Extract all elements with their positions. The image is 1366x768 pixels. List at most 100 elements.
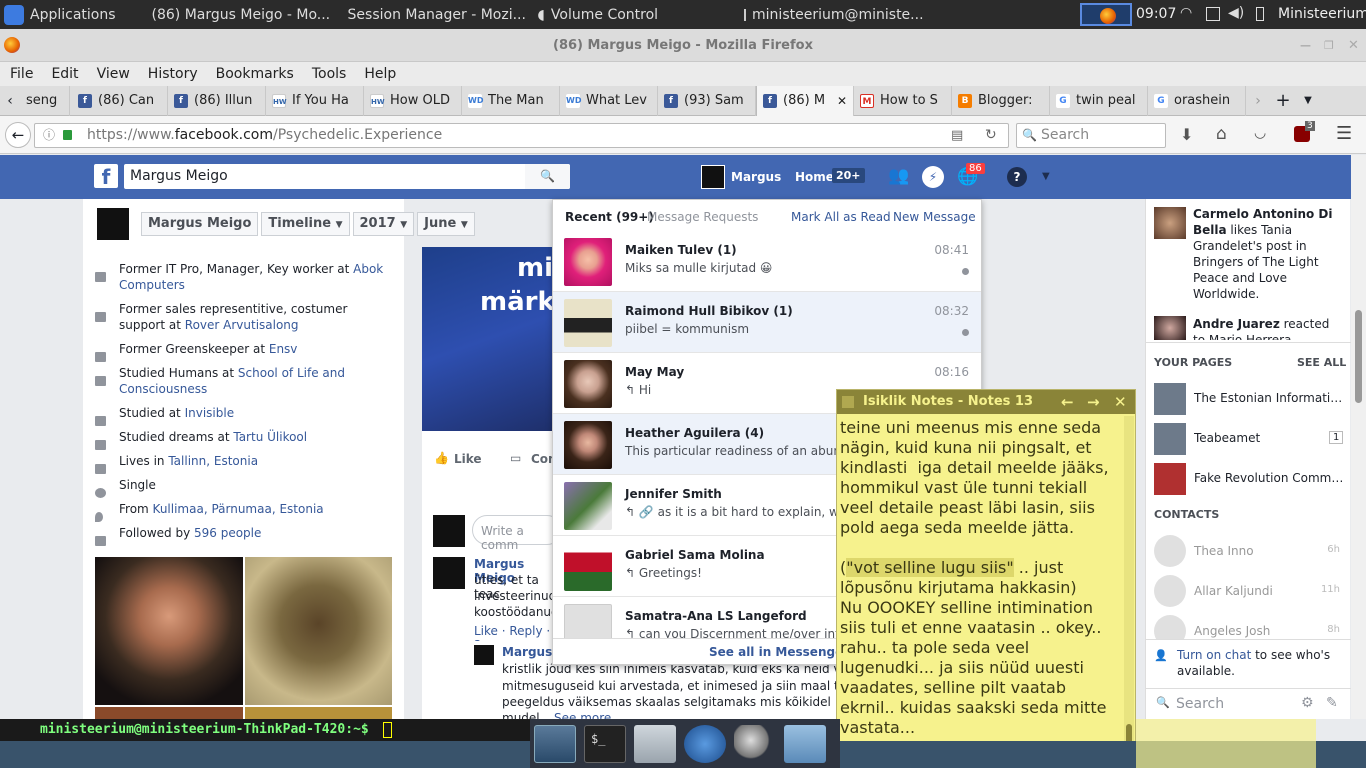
notes-icon[interactable] <box>1206 7 1220 21</box>
back-icon[interactable]: ← <box>5 122 31 148</box>
notes-text-area[interactable]: teine uni meenus mis enne seda nägin, ku… <box>840 418 1122 738</box>
chat-search-input[interactable]: 🔍 Search ⚙ ✎ <box>1146 688 1351 718</box>
contact-item[interactable]: Angeles Josh 8h <box>1154 615 1344 639</box>
folder-icon[interactable] <box>784 724 826 763</box>
tab[interactable]: Gtwin peal <box>1050 85 1148 116</box>
search-icon[interactable] <box>734 724 776 763</box>
facebook-logo-icon[interactable]: f <box>94 164 118 189</box>
new-message-link[interactable]: New Message <box>893 210 976 224</box>
hamburger-menu-icon[interactable]: ☰ <box>1336 123 1352 144</box>
close-icon[interactable]: ✕ <box>1114 390 1127 414</box>
clock[interactable]: 09:07 <box>1136 6 1176 22</box>
facebook-search-button[interactable]: 🔍 <box>525 164 570 189</box>
message-thread[interactable]: Raimond Hull Bibikov (1) piibel = kommun… <box>553 292 981 353</box>
volume-icon[interactable]: ◀) <box>1228 5 1244 21</box>
show-desktop-icon[interactable] <box>534 724 576 763</box>
taskbar-item-terminal[interactable]: ministeerium@ministe... <box>736 0 932 29</box>
applications-menu[interactable]: Applications <box>0 0 124 29</box>
menu-edit[interactable]: Edit <box>51 66 78 82</box>
timeline-button[interactable]: Timeline ▼ <box>261 212 350 236</box>
page-item[interactable]: The Estonian Information ... <box>1154 383 1344 415</box>
web-browser-icon[interactable] <box>684 724 726 763</box>
tab-scroll-right-icon[interactable]: › <box>1246 93 1270 109</box>
tab[interactable]: f (86) Illun <box>168 85 266 116</box>
friend-requests-icon[interactable]: 👥 <box>888 166 909 186</box>
tab[interactable]: WD What Lev <box>560 85 658 116</box>
terminal-window[interactable]: ministeerium@ministeerium-ThinkPad-T420:… <box>0 719 530 741</box>
tab-active[interactable]: f (86) M ✕ <box>756 85 854 116</box>
avatar[interactable] <box>701 165 725 189</box>
month-button[interactable]: June ▼ <box>417 212 475 236</box>
minimize-icon[interactable]: — <box>1300 29 1311 62</box>
unread-dot-icon[interactable] <box>962 268 969 275</box>
see-all-in-messenger-link[interactable]: See all in Messenger <box>709 645 849 659</box>
compose-icon[interactable]: ✎ <box>1326 695 1338 711</box>
home-link[interactable]: Home <box>795 170 834 184</box>
ticker-item[interactable]: Carmelo Antonino Di Bella likes Tania Gr… <box>1193 206 1343 302</box>
like-button[interactable]: Like <box>454 452 482 466</box>
page-item[interactable]: Fake Revolution Commie... <box>1154 463 1344 495</box>
menu-bookmarks[interactable]: Bookmarks <box>216 66 294 82</box>
turn-on-chat-link[interactable]: Turn on chat <box>1177 648 1251 662</box>
contact-item[interactable]: Thea Inno 6h <box>1154 535 1344 567</box>
taskbar-item-volume-control[interactable]: ◖ Volume Control <box>530 0 726 29</box>
close-icon[interactable]: ✕ <box>1348 29 1359 62</box>
page-scrollbar[interactable] <box>1351 155 1366 719</box>
comment-input[interactable]: Write a comm <box>472 515 562 552</box>
tab[interactable]: HW How OLD <box>364 85 462 116</box>
facebook-search-input[interactable]: Margus Meigo <box>124 164 570 189</box>
menu-history[interactable]: History <box>148 66 198 82</box>
tab-scroll-left-icon[interactable]: ‹ <box>0 93 20 109</box>
taskbar-item-session-manager[interactable]: Session Manager - Mozi... <box>334 0 530 29</box>
ticker-item[interactable]: Andre Juarez reacted to Mario Herrera Az… <box>1193 316 1343 340</box>
contact-item[interactable]: Allar Kaljundi 11h <box>1154 575 1344 607</box>
search-bar[interactable]: 🔍 Search <box>1016 123 1166 148</box>
tab[interactable]: Gorashein <box>1148 85 1246 116</box>
account-menu-icon[interactable]: ▼ <box>1042 171 1050 182</box>
post-image[interactable]: mi märk <box>422 247 556 431</box>
profile-link[interactable]: Margus <box>731 170 781 184</box>
menu-tools[interactable]: Tools <box>312 66 347 82</box>
url-bar[interactable]: ⓘ https://www.facebook.com/Psychedelic.E… <box>34 123 1009 148</box>
info-icon[interactable]: ⓘ <box>43 124 55 147</box>
like-icon[interactable]: 👍 <box>434 451 449 465</box>
page-item[interactable]: Teabeamet 1 <box>1154 423 1344 455</box>
tab[interactable]: f (93) Sam <box>658 85 756 116</box>
taskbar-item-firefox[interactable]: (86) Margus Meigo - Mo... <box>138 0 334 29</box>
download-icon[interactable]: ⬇ <box>1180 125 1193 144</box>
maximize-icon[interactable]: ❐ <box>1324 29 1334 62</box>
tab[interactable]: B Blogger: <box>952 85 1050 116</box>
tab-message-requests[interactable]: Message Requests <box>647 210 758 224</box>
menu-file[interactable]: File <box>10 66 33 82</box>
menu-view[interactable]: View <box>97 66 130 82</box>
battery-icon[interactable] <box>1256 7 1264 21</box>
home-folder-icon[interactable] <box>634 724 676 763</box>
tab[interactable]: M How to S <box>854 85 952 116</box>
see-all-pages-link[interactable]: SEE ALL <box>1297 356 1346 369</box>
pocket-icon[interactable]: ◡ <box>1254 125 1266 141</box>
help-icon[interactable]: ? <box>1007 167 1027 187</box>
tab[interactable]: seng <box>20 85 70 116</box>
see-more-link[interactable]: See more <box>554 711 611 719</box>
previous-note-icon[interactable]: ← <box>1061 390 1074 414</box>
photo[interactable] <box>245 557 392 705</box>
tab-close-icon[interactable]: ✕ <box>837 94 847 108</box>
unread-dot-icon[interactable] <box>962 329 969 336</box>
reload-icon[interactable]: ↻ <box>985 124 997 147</box>
messenger-icon[interactable]: ⚡ <box>922 166 944 188</box>
tab-recent[interactable]: Recent (99+) <box>565 210 654 224</box>
notes-menu-icon[interactable] <box>842 396 854 408</box>
photo[interactable] <box>245 707 392 719</box>
tab-list-icon[interactable]: ▼ <box>1296 95 1320 106</box>
notes-scrollbar[interactable] <box>1124 416 1134 766</box>
timeline-name-button[interactable]: Margus Meigo <box>141 212 259 236</box>
wifi-icon[interactable]: ◠ <box>1180 5 1192 21</box>
user-name[interactable]: Ministeerium <box>1278 6 1366 22</box>
comment-icon[interactable]: ▭ <box>510 451 521 465</box>
scrollbar-thumb[interactable] <box>1355 310 1362 403</box>
terminal-icon[interactable]: $_ <box>584 724 626 763</box>
reader-view-icon[interactable]: ▤ <box>951 124 963 147</box>
tab[interactable]: f (86) Can <box>70 85 168 116</box>
gear-icon[interactable]: ⚙ <box>1301 695 1314 711</box>
year-button[interactable]: 2017 ▼ <box>352 212 415 236</box>
